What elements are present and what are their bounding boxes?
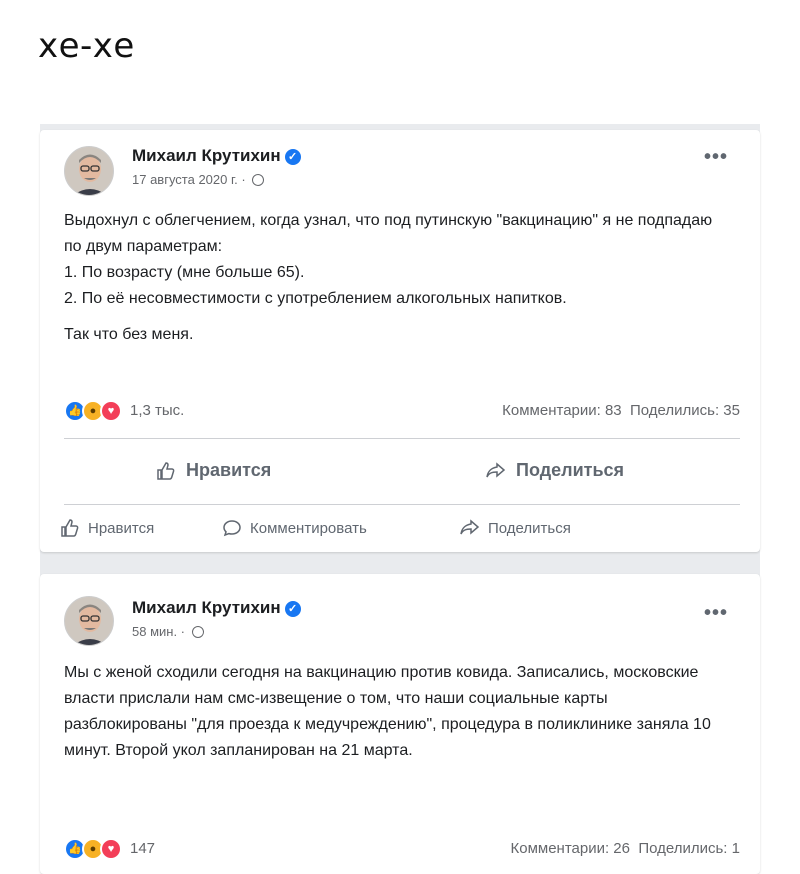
reaction-count[interactable]: 147	[130, 840, 155, 857]
author-name[interactable]: Михаил Крутихин ✓	[132, 146, 301, 166]
divider	[64, 504, 740, 505]
reactions-row: 👍 ● ♥ 1,3 тыс. Комментарии: 83 Поделилис…	[64, 400, 740, 422]
verified-check-icon: ✓	[284, 149, 301, 165]
divider	[64, 438, 740, 439]
love-reaction-icon: ♥	[100, 400, 122, 422]
share-button[interactable]: Поделиться	[486, 460, 624, 481]
post-paragraph: Выдохнул с облегчением, когда узнал, что…	[64, 212, 713, 255]
post-paragraph: Мы с женой сходили сегодня на вакцинацию…	[64, 664, 711, 759]
thumbs-up-icon	[157, 461, 175, 480]
share-button[interactable]: Поделиться	[460, 518, 571, 538]
post-card: Михаил Крутихин ✓ 58 мин. · ••• Мы с жено…	[40, 574, 760, 874]
globe-icon	[252, 174, 265, 186]
share-count[interactable]: Поделились: 35	[630, 402, 740, 419]
like-button[interactable]: Нравится	[156, 460, 271, 481]
author-name[interactable]: Михаил Крутихин ✓	[132, 598, 301, 618]
post-paragraph: 2. По её несовместимости с употреблением…	[64, 290, 567, 307]
post-timestamp[interactable]: 58 мин.	[132, 624, 177, 639]
post-text: Мы с женой сходили сегодня на вакцинацию…	[64, 660, 734, 774]
comment-share-counts: Комментарии: 83 Поделились: 35	[502, 402, 740, 419]
reactions-row: 👍 ● ♥ 147 Комментарии: 26 Поделились: 1	[64, 838, 740, 860]
like-button[interactable]: Нравится	[60, 518, 154, 538]
globe-icon	[191, 626, 204, 638]
comment-count[interactable]: Комментарии: 26	[511, 840, 631, 857]
avatar[interactable]	[64, 596, 114, 646]
comment-icon	[223, 520, 241, 537]
post-text: Выдохнул с облегчением, когда узнал, что…	[64, 208, 734, 358]
comment-button[interactable]: Комментировать	[222, 518, 367, 538]
post-meta: 58 мин. ·	[132, 624, 204, 639]
love-reaction-icon: ♥	[100, 838, 122, 860]
thumbs-up-icon	[61, 519, 79, 537]
reaction-count[interactable]: 1,3 тыс.	[130, 402, 184, 419]
facebook-screenshot: Михаил Крутихин ✓ 17 августа 2020 г. · ••…	[40, 124, 760, 874]
verified-check-icon: ✓	[284, 601, 301, 617]
more-options-icon[interactable]: •••	[704, 146, 728, 169]
comment-count[interactable]: Комментарии: 83	[502, 402, 622, 419]
meme-caption: хе-хе	[38, 26, 135, 66]
share-count[interactable]: Поделились: 1	[638, 840, 740, 857]
action-bar-secondary: Нравится Комментировать Поделиться	[56, 514, 746, 544]
share-arrow-icon	[486, 461, 506, 478]
action-bar: Нравится Поделиться	[64, 450, 740, 494]
avatar[interactable]	[64, 146, 114, 196]
more-options-icon[interactable]: •••	[704, 602, 728, 625]
post-paragraph: Так что без меня.	[64, 326, 194, 343]
post-meta: 17 августа 2020 г. ·	[132, 172, 265, 187]
post-card: Михаил Крутихин ✓ 17 августа 2020 г. · ••…	[40, 130, 760, 552]
comment-share-counts: Комментарии: 26 Поделились: 1	[511, 840, 741, 857]
post-paragraph: 1. По возрасту (мне больше 65).	[64, 264, 305, 281]
post-timestamp[interactable]: 17 августа 2020 г.	[132, 172, 238, 187]
share-arrow-icon	[460, 519, 480, 535]
